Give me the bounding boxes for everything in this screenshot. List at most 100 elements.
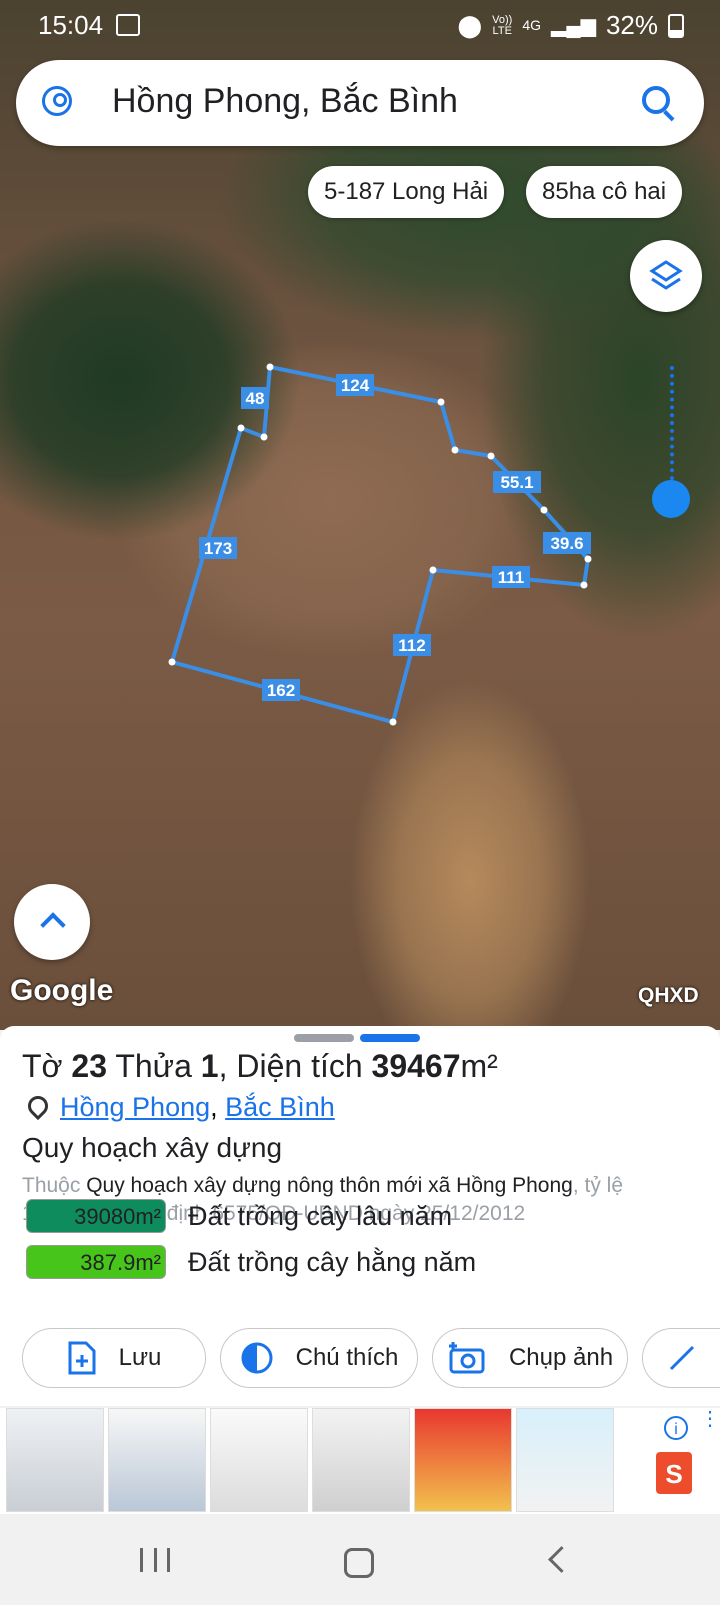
sheet-page-indicator <box>294 1034 420 1042</box>
ad-product-5[interactable] <box>414 1408 512 1512</box>
svg-text:173: 173 <box>204 539 232 558</box>
svg-text:124: 124 <box>341 376 370 395</box>
edge-label-4: 39.6 <box>543 532 591 554</box>
layer-code-label: QHXD <box>638 984 699 1007</box>
land-use-row-2: 387.9m² Đất trồng cây hằng năm <box>26 1244 476 1280</box>
land-use-label-2: Đất trồng cây hằng năm <box>188 1246 477 1277</box>
title-mid: Thửa <box>107 1048 201 1084</box>
parcel-vertex-8 <box>429 566 437 574</box>
parcel-area: 39467 <box>371 1048 461 1084</box>
parcel-vertex-10 <box>168 658 176 666</box>
edge-label-5: 111 <box>492 566 530 588</box>
clock: 15:04 <box>38 10 104 40</box>
edge-labels: 48 124 55.1 39.6 111 112 162 173 <box>199 374 591 701</box>
data-indicator: 4G <box>522 17 542 33</box>
ad-product-6[interactable] <box>516 1408 614 1512</box>
save-label: Lưu <box>118 1344 162 1371</box>
parcel-number: 1 <box>200 1048 219 1084</box>
edge-label-6: 112 <box>393 634 431 656</box>
parcel-vertex-2 <box>437 398 445 406</box>
location-separator: , <box>210 1092 218 1122</box>
svg-text:55.1: 55.1 <box>500 473 533 492</box>
satellite-map[interactable]: 48 124 55.1 39.6 111 112 162 173 15:04 ⬤ Vo)) L… <box>0 0 720 1030</box>
sheet-number: 23 <box>71 1048 108 1084</box>
gallery-icon <box>116 14 140 36</box>
edge-label-8: 173 <box>199 537 237 559</box>
add-document-icon <box>68 1341 96 1375</box>
google-logo: Google <box>10 974 114 1007</box>
title-prefix: Tờ <box>22 1048 72 1084</box>
parcel-vertex-4 <box>487 452 495 460</box>
land-use-label-1: Đất trồng cây lâu năm <box>188 1200 453 1231</box>
saved-chip-2[interactable]: 85ha cô hai <box>526 166 683 218</box>
home-button[interactable] <box>344 1548 374 1578</box>
parcel-vertex-7 <box>580 581 588 589</box>
parcel-vertex-12 <box>260 433 268 441</box>
ad-menu-icon[interactable]: ⋮ <box>700 1409 720 1429</box>
svg-text:48: 48 <box>246 389 265 408</box>
desc-prefix: Thuộc <box>22 1174 87 1197</box>
land-use-area-2: 387.9m² <box>26 1245 166 1279</box>
ad-info-icon[interactable]: i <box>664 1416 688 1440</box>
ad-product-2[interactable] <box>108 1408 206 1512</box>
signal-icon: ▂▄▆ <box>551 15 596 37</box>
battery-icon <box>668 13 684 38</box>
edge-label-7: 162 <box>262 679 300 701</box>
add-photo-icon <box>448 1342 485 1374</box>
lte-label: LTE <box>492 24 512 37</box>
saved-chip-1[interactable]: 5-187 Long Hải <box>308 166 505 218</box>
layers-icon <box>649 260 683 290</box>
recent-apps-button[interactable] <box>140 1548 170 1572</box>
edge-label-2: 124 <box>336 374 374 396</box>
take-photo-button[interactable]: Chụp ảnh <box>432 1328 628 1388</box>
land-use-row-1: 39080m² Đất trồng cây lâu năm <box>26 1198 452 1234</box>
svg-text:39.6: 39.6 <box>550 534 583 553</box>
parcel-vertex-1 <box>266 363 274 371</box>
save-button[interactable]: Lưu <box>22 1328 206 1388</box>
legend-button[interactable]: Chú thích <box>220 1328 418 1388</box>
back-button[interactable] <box>548 1546 575 1573</box>
take-photo-label: Chụp ảnh <box>508 1344 614 1371</box>
district-link[interactable]: Bắc Bình <box>225 1092 335 1122</box>
battery-percent: 32% <box>605 10 658 40</box>
status-bar: 15:04 ⬤ Vo)) LTE 4G ▂▄▆ 32% <box>0 0 720 50</box>
area-label: , Diện tích <box>218 1048 372 1084</box>
parcel-vertex-9 <box>389 718 397 726</box>
account-icon[interactable] <box>42 86 72 116</box>
search-input[interactable]: Hồng Phong, Bắc Bình <box>112 82 458 121</box>
page-dot-1 <box>294 1034 354 1042</box>
land-use-area-1: 39080m² <box>26 1199 166 1233</box>
parcel-plot: 48 124 55.1 39.6 111 112 162 173 <box>168 363 592 726</box>
ruler-pencil-icon <box>669 1345 694 1371</box>
plan-name: Quy hoạch xây dựng nông thôn mới xã Hồng… <box>86 1174 573 1197</box>
measure-button[interactable] <box>642 1328 720 1388</box>
shopee-logo: S <box>656 1452 692 1494</box>
volte-indicator: Vo)) LTE <box>492 14 512 37</box>
opacity-slider-handle[interactable] <box>652 480 690 518</box>
page-dot-2 <box>360 1034 420 1042</box>
system-navigation-bar <box>0 1514 720 1605</box>
svg-text:162: 162 <box>267 681 295 700</box>
location-icon: ⬤ <box>457 12 483 38</box>
ad-product-3[interactable] <box>210 1408 308 1512</box>
layers-button[interactable] <box>630 240 702 312</box>
parcel-title: Tờ 23 Thửa 1, Diện tích 39467m² <box>22 1048 498 1085</box>
ad-product-1[interactable] <box>6 1408 104 1512</box>
ad-product-4[interactable] <box>312 1408 410 1512</box>
ad-banner[interactable]: i ⋮ S <box>0 1408 720 1514</box>
section-title: Quy hoạch xây dựng <box>22 1132 283 1163</box>
action-bar: Lưu Chú thích Chụp ảnh <box>0 1328 720 1392</box>
parcel-vertex-11 <box>237 424 245 432</box>
svg-text:111: 111 <box>498 568 525 587</box>
parcel-vertex-5 <box>540 506 548 514</box>
search-icon[interactable] <box>642 86 670 114</box>
commune-link[interactable]: Hồng Phong <box>60 1092 210 1122</box>
parcel-vertex-3 <box>451 446 459 454</box>
opacity-slider-track[interactable] <box>670 366 678 496</box>
parcel-vertex-6 <box>584 555 592 563</box>
search-bar[interactable]: Hồng Phong, Bắc Bình <box>16 60 704 146</box>
legend-label: Chú thích <box>295 1344 399 1371</box>
svg-text:112: 112 <box>398 636 425 655</box>
expand-up-button[interactable] <box>14 884 90 960</box>
parcel-location: Hồng Phong, Bắc Bình <box>22 1091 335 1123</box>
